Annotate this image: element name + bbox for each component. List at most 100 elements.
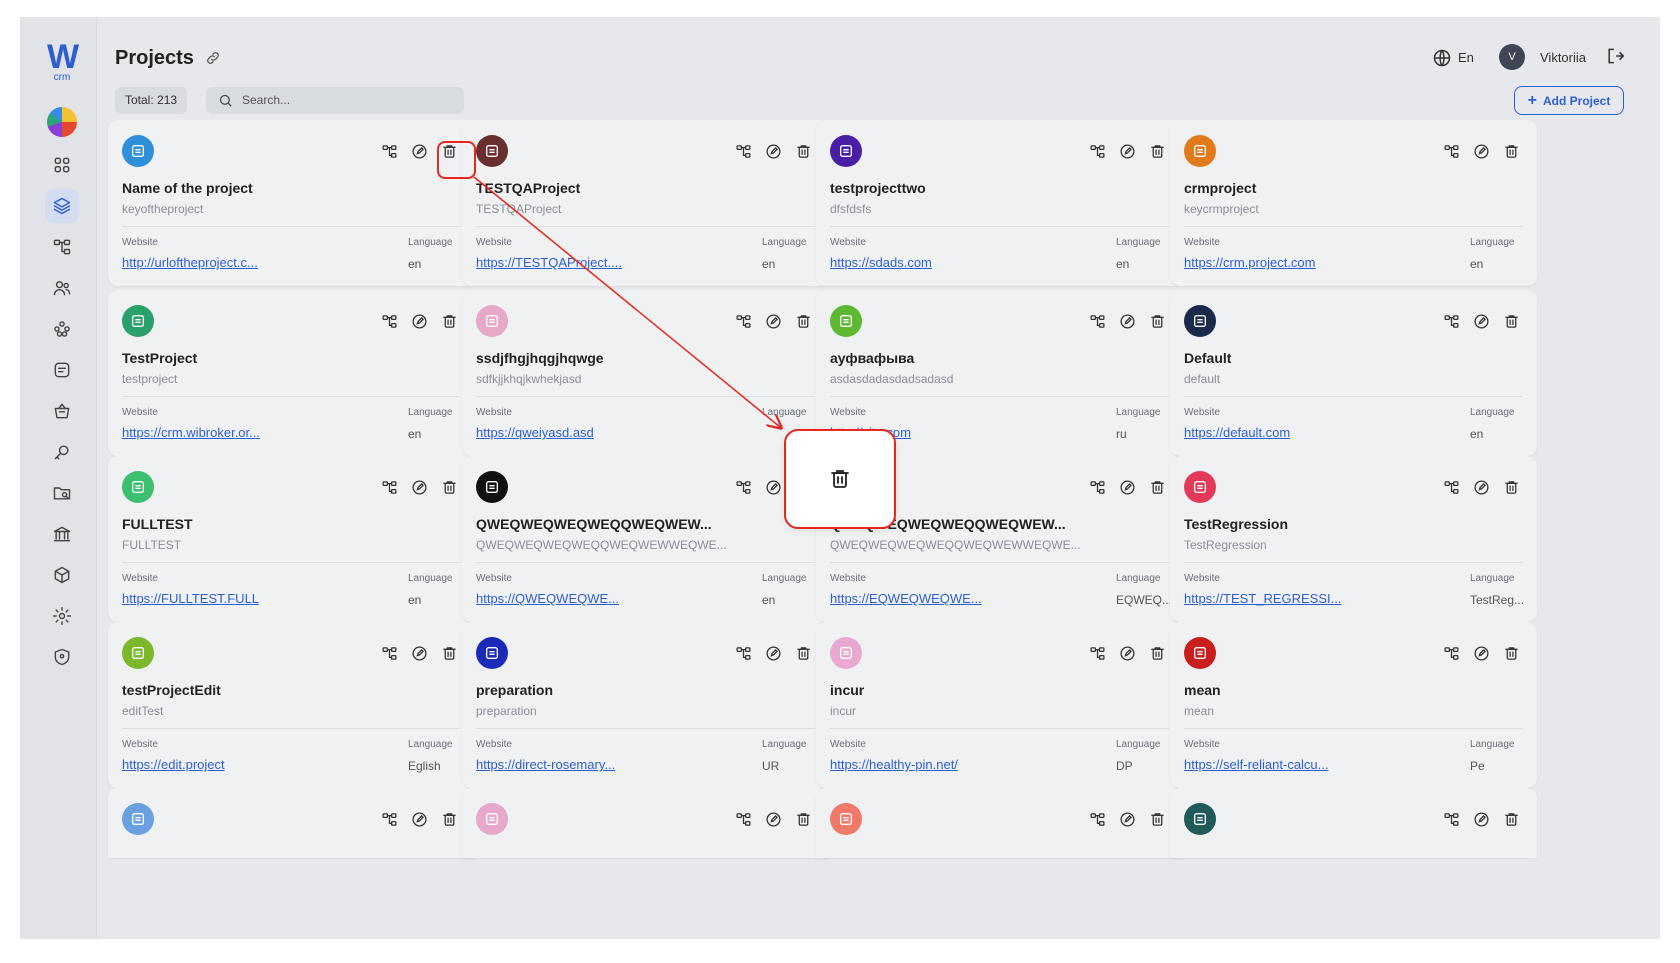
structure-button[interactable] [1087, 477, 1107, 497]
user-name[interactable]: Viktoriia [1540, 50, 1586, 65]
project-card[interactable] [462, 788, 829, 858]
sidebar-item-projects-stack[interactable] [45, 189, 79, 223]
delete-button[interactable] [793, 643, 813, 663]
delete-button[interactable] [1147, 141, 1167, 161]
project-website-link[interactable]: https://direct-rosemary... [476, 757, 615, 772]
delete-button[interactable] [1501, 141, 1521, 161]
project-card[interactable]: testProjectEdit editTest Website Language ht… [108, 622, 475, 788]
add-project-button[interactable]: + Add Project [1514, 86, 1624, 115]
project-website-link[interactable]: https://healthy-pin.net/ [830, 757, 958, 772]
structure-button[interactable] [1441, 477, 1461, 497]
delete-button[interactable] [1501, 311, 1521, 331]
project-card[interactable]: incur incur Website Language https://healthy… [816, 622, 1183, 788]
project-card[interactable]: FULLTEST FULLTEST Website Language https://F… [108, 456, 475, 622]
sidebar-item-tasks[interactable] [45, 353, 79, 387]
sidebar-item-basket[interactable] [45, 394, 79, 428]
project-card[interactable]: Default default Website Language https://def… [1170, 290, 1537, 456]
structure-button[interactable] [733, 643, 753, 663]
project-card[interactable]: preparation preparation Website Language htt… [462, 622, 829, 788]
structure-button[interactable] [379, 311, 399, 331]
structure-button[interactable] [379, 809, 399, 829]
structure-button[interactable] [1087, 643, 1107, 663]
sidebar-item-bank[interactable] [45, 517, 79, 551]
structure-button[interactable] [1087, 311, 1107, 331]
edit-button[interactable] [763, 477, 783, 497]
project-website-link[interactable]: https://QWEQWEQWE... [476, 591, 619, 606]
project-card[interactable]: crmproject keycrmproject Website Language ht… [1170, 120, 1537, 286]
edit-button[interactable] [1471, 477, 1491, 497]
edit-button[interactable] [1117, 311, 1137, 331]
edit-button[interactable] [763, 311, 783, 331]
sidebar-item-folder-search[interactable] [45, 476, 79, 510]
structure-button[interactable] [1087, 809, 1107, 829]
project-website-link[interactable]: https://sdads.com [830, 255, 932, 270]
logout-icon[interactable] [1605, 46, 1625, 66]
delete-button[interactable] [793, 141, 813, 161]
project-website-link[interactable]: https://self-reliant-calcu... [1184, 757, 1329, 772]
edit-button[interactable] [1471, 643, 1491, 663]
edit-button[interactable] [409, 141, 429, 161]
project-website-link[interactable]: https://crm.project.com [1184, 255, 1315, 270]
sidebar-item-teams[interactable] [45, 312, 79, 346]
project-website-link[interactable]: https://qweiyasd.asd [476, 425, 594, 440]
user-avatar[interactable]: V [1499, 44, 1525, 70]
edit-button[interactable] [1117, 643, 1137, 663]
structure-button[interactable] [733, 141, 753, 161]
sidebar-item-settings[interactable] [45, 599, 79, 633]
project-card[interactable]: ssdjfhgjhqgjhqwge sdfkjjkhqjkwhekjasd Webs… [462, 290, 829, 456]
edit-button[interactable] [409, 809, 429, 829]
language-selector[interactable]: En [1458, 50, 1474, 65]
project-card[interactable]: TestRegression TestRegression Website Langu… [1170, 456, 1537, 622]
edit-button[interactable] [409, 643, 429, 663]
structure-button[interactable] [733, 809, 753, 829]
delete-button[interactable] [439, 809, 459, 829]
project-switcher-icon[interactable] [47, 107, 77, 137]
delete-button[interactable] [793, 311, 813, 331]
structure-button[interactable] [1441, 311, 1461, 331]
project-card[interactable]: mean mean Website Language https://self-reli… [1170, 622, 1537, 788]
project-card[interactable]: QWEQWEQWEQWEQQWEQWEW... QWEQWEQWEQWEQQWEQ… [462, 456, 829, 622]
project-card[interactable] [816, 788, 1183, 858]
delete-button[interactable] [1147, 311, 1167, 331]
globe-icon[interactable] [1432, 48, 1452, 68]
edit-button[interactable] [1117, 477, 1137, 497]
structure-button[interactable] [1441, 141, 1461, 161]
edit-button[interactable] [763, 643, 783, 663]
project-card[interactable]: Name of the project keyoftheproject Websit… [108, 120, 475, 286]
structure-button[interactable] [733, 311, 753, 331]
edit-button[interactable] [1471, 809, 1491, 829]
project-website-link[interactable]: https://default.com [1184, 425, 1290, 440]
edit-button[interactable] [1471, 141, 1491, 161]
project-card[interactable]: TESTQAProject TESTQAProject Website Languag… [462, 120, 829, 286]
link-icon[interactable] [205, 50, 221, 66]
app-logo[interactable]: W crm [42, 40, 82, 83]
delete-button[interactable] [1147, 477, 1167, 497]
structure-button[interactable] [1441, 809, 1461, 829]
delete-button[interactable] [1501, 809, 1521, 829]
sidebar-item-dashboard-grid[interactable] [45, 148, 79, 182]
delete-button[interactable] [439, 643, 459, 663]
delete-button[interactable] [1147, 809, 1167, 829]
structure-button[interactable] [379, 141, 399, 161]
delete-button[interactable] [1501, 477, 1521, 497]
structure-button[interactable] [733, 477, 753, 497]
edit-button[interactable] [409, 477, 429, 497]
project-website-link[interactable]: https://TESTQAProject.... [476, 255, 622, 270]
project-website-link[interactable]: https://edit.project [122, 757, 225, 772]
project-card[interactable] [1170, 788, 1537, 858]
project-card[interactable]: TestProject testproject Website Language htt… [108, 290, 475, 456]
structure-button[interactable] [379, 643, 399, 663]
structure-button[interactable] [1441, 643, 1461, 663]
project-website-link[interactable]: https://crm.wibroker.or... [122, 425, 260, 440]
project-card[interactable]: testprojecttwo dfsfdsfs Website Language htt… [816, 120, 1183, 286]
edit-button[interactable] [1117, 809, 1137, 829]
project-website-link[interactable]: http://urloftheproject.c... [122, 255, 258, 270]
sidebar-item-keys[interactable] [45, 435, 79, 469]
sidebar-item-structure-tree[interactable] [45, 230, 79, 264]
search-input[interactable]: Search... [206, 87, 464, 114]
edit-button[interactable] [409, 311, 429, 331]
sidebar-item-shield[interactable] [45, 640, 79, 674]
project-card[interactable] [108, 788, 475, 858]
sidebar-item-users[interactable] [45, 271, 79, 305]
edit-button[interactable] [1117, 141, 1137, 161]
